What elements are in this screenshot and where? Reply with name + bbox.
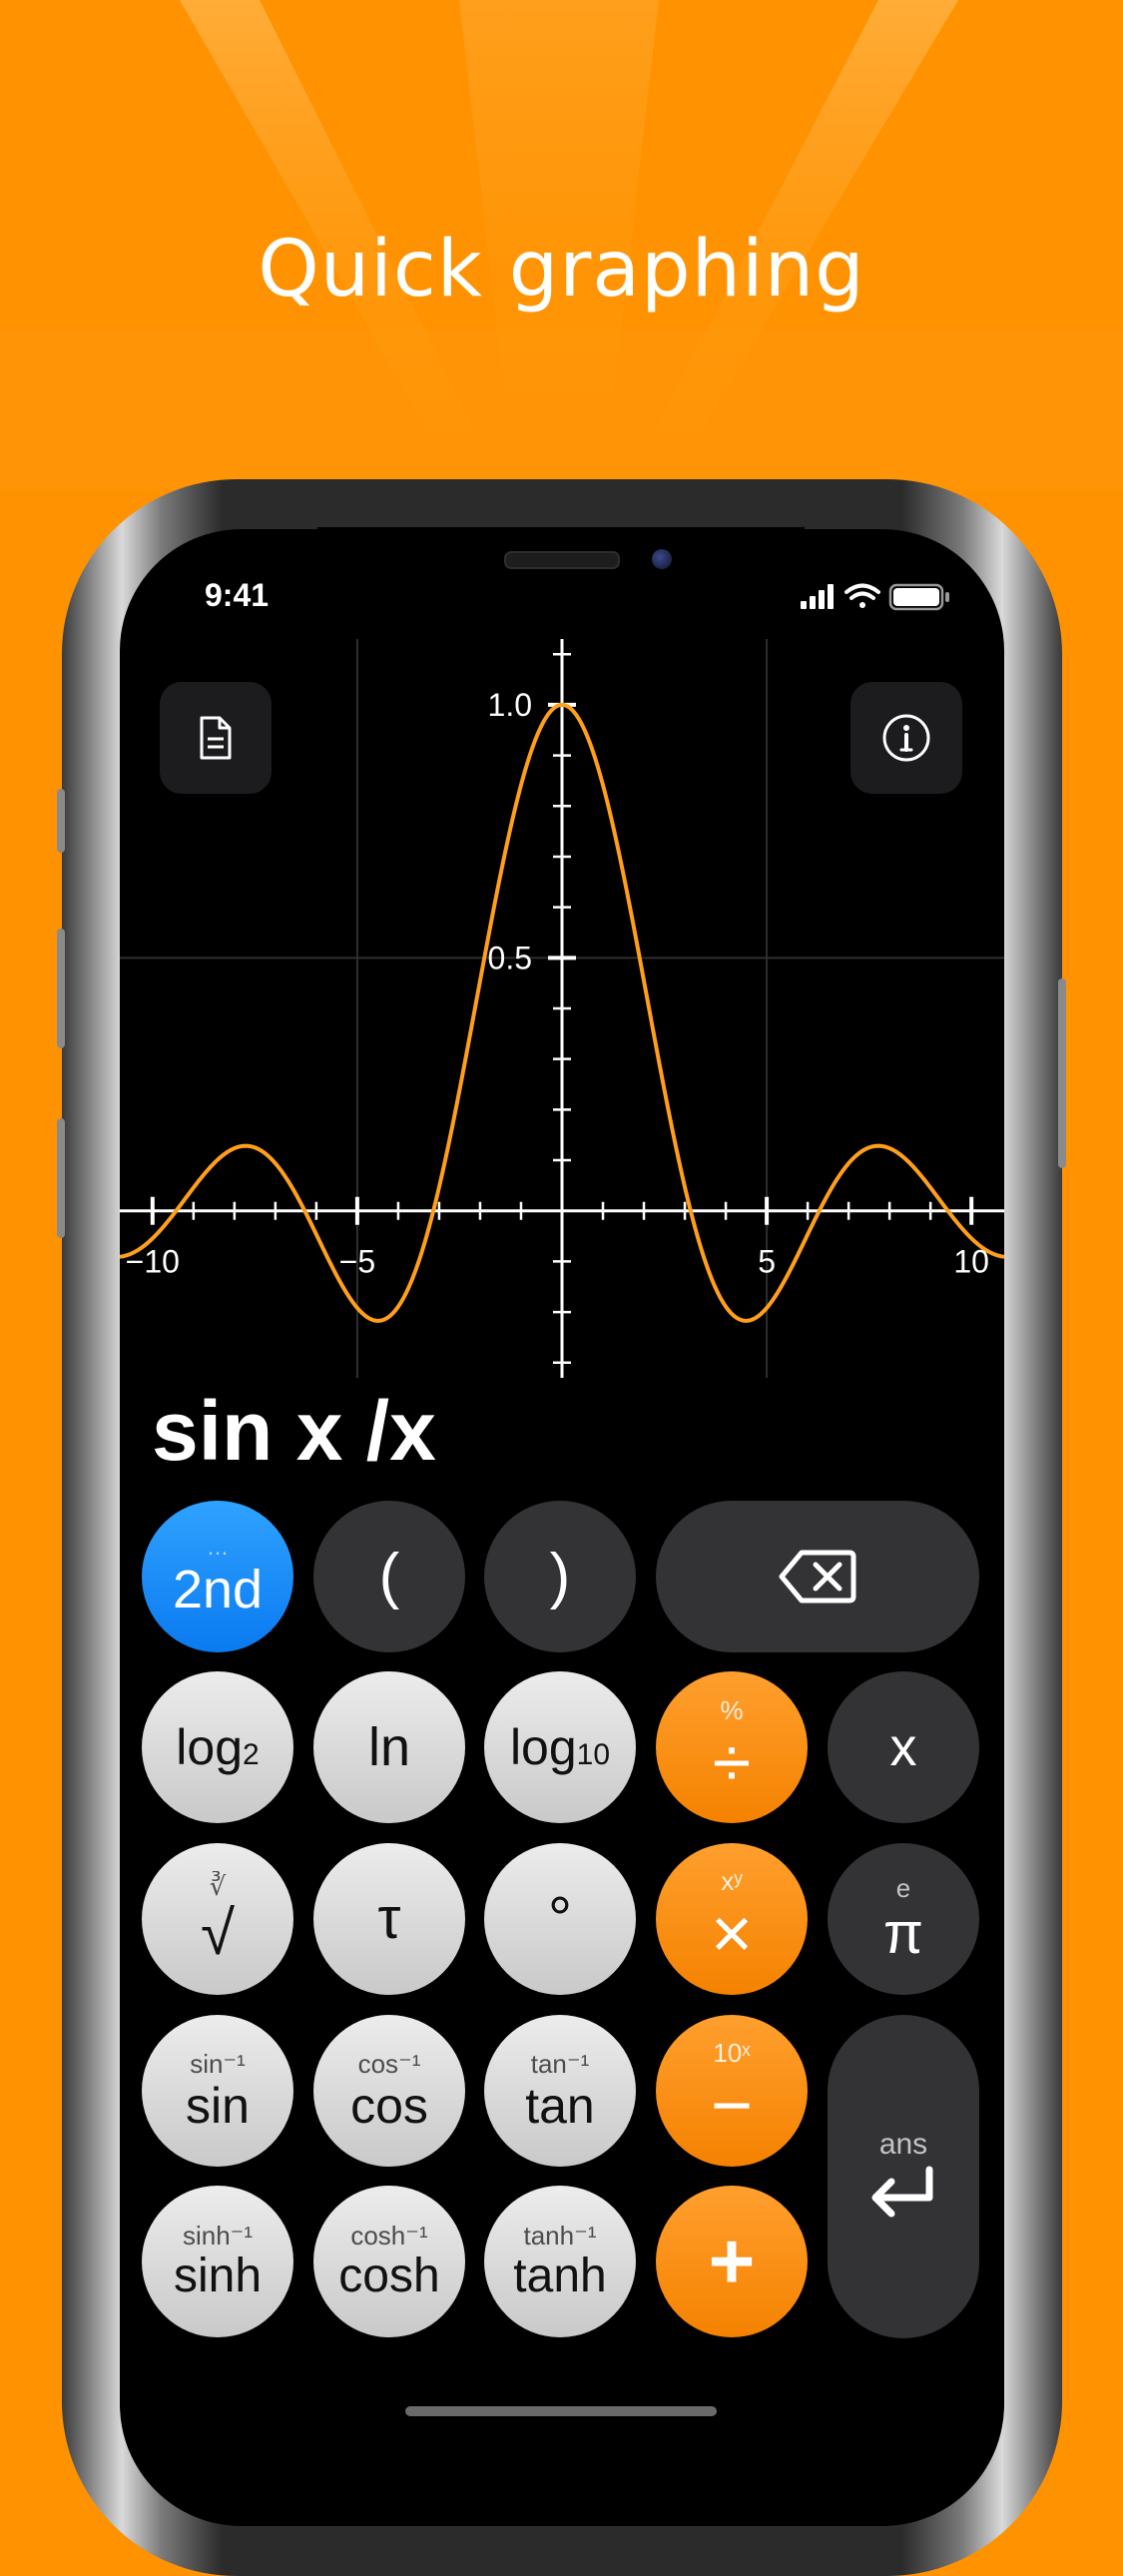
key-label: log [176,1719,244,1775]
divide-key[interactable]: % ÷ [656,1671,808,1823]
key-sup: % [720,1695,744,1725]
key-label: tanh [513,2250,607,2302]
sin-key[interactable]: sin⁻¹ sin [142,2015,293,2167]
key-subscript: 10 [576,1738,611,1771]
battery-icon [888,583,949,611]
key-sup: … [207,1535,229,1560]
cellular-signal-icon [801,584,834,609]
key-label: cosh [338,2250,440,2302]
info-icon [882,714,930,762]
multiply-key[interactable]: xʸ × [656,1843,808,1995]
key-label: √ [200,1899,236,1968]
key-label: ÷ [712,1723,752,1801]
ln-key[interactable]: ln [313,1671,465,1823]
key-sup: cos⁻¹ [357,2049,421,2079]
mute-switch [57,789,65,853]
key-subscript: 2 [243,1738,260,1771]
key-label: ln [367,1717,411,1777]
close-paren-key[interactable]: ) [484,1501,636,1652]
speaker [504,551,620,569]
degree-key[interactable]: ° [484,1843,636,1995]
key-sup: xʸ [721,1866,743,1896]
tan-key[interactable]: tan⁻¹ tan [484,2015,636,2167]
key-label: tan [525,2078,595,2134]
info-button[interactable] [850,682,962,794]
pi-key[interactable]: e π [828,1843,979,1995]
backspace-key[interactable] [656,1501,979,1652]
key-sup: 10ˣ [713,2038,751,2068]
key-sup: tan⁻¹ [530,2049,590,2079]
front-camera [652,549,672,569]
key-label: cos [350,2078,428,2134]
minus-key[interactable]: 10ˣ − [656,2015,808,2167]
key-label: 2nd [172,1560,264,1619]
y-tick-label: 1.0 [488,687,532,723]
sqrt-key[interactable]: ∛ √ [142,1843,293,1995]
x-tick-label: 5 [758,1244,776,1280]
key-label: ) [549,1542,571,1610]
document-icon [200,716,232,760]
backspace-icon [779,1550,856,1604]
log2-key[interactable]: log2 [142,1671,293,1823]
key-label: π [882,1901,924,1966]
status-time: 9:41 [205,577,270,613]
wifi-icon [844,583,880,608]
variable-x-key[interactable]: x [828,1671,979,1823]
key-label: ( [378,1542,400,1610]
key-sup: ans [878,2128,928,2161]
status-icons [801,583,949,611]
cos-key[interactable]: cos⁻¹ cos [313,2015,465,2167]
log10-key[interactable]: log10 [484,1671,636,1823]
key-label: sinh [173,2250,263,2302]
notes-button[interactable] [160,682,272,794]
key-label: x [889,1717,917,1777]
key-label: × [710,1894,754,1974]
open-paren-key[interactable]: ( [313,1501,465,1652]
volume-down-button [57,1118,65,1238]
key-sup: tanh⁻¹ [523,2221,597,2251]
plus-key[interactable]: + [656,2186,808,2337]
expression-display: sin x /x [152,1384,436,1478]
second-function-key[interactable]: … 2nd [142,1501,293,1652]
key-sup: ∛ [209,1871,227,1901]
return-arrow-icon [871,2166,933,2218]
sinh-key[interactable]: sinh⁻¹ sinh [142,2186,293,2337]
key-sup: sinh⁻¹ [182,2221,254,2251]
power-button [1058,978,1066,1168]
key-label: τ [377,1886,401,1951]
x-tick-label: 10 [953,1244,989,1280]
enter-key[interactable]: ans [828,2015,979,2338]
key-label: ° [548,1885,572,1952]
key-label: sin [186,2078,250,2134]
volume-up-button [57,929,65,1048]
x-tick-label: −5 [339,1244,375,1280]
key-label: + [708,2217,756,2305]
x-tick-label: −10 [126,1244,180,1280]
key-sup: e [895,1873,911,1903]
key-sup: cosh⁻¹ [350,2221,428,2251]
key-label: log [509,1719,577,1775]
key-label: − [710,2066,754,2146]
headline: Quick graphing [258,225,865,315]
y-tick-label: 0.5 [488,940,532,975]
tanh-key[interactable]: tanh⁻¹ tanh [484,2186,636,2337]
cosh-key[interactable]: cosh⁻¹ cosh [313,2186,465,2337]
tau-key[interactable]: τ [313,1843,465,1995]
home-indicator[interactable] [405,2406,717,2416]
key-sup: sin⁻¹ [190,2049,246,2079]
